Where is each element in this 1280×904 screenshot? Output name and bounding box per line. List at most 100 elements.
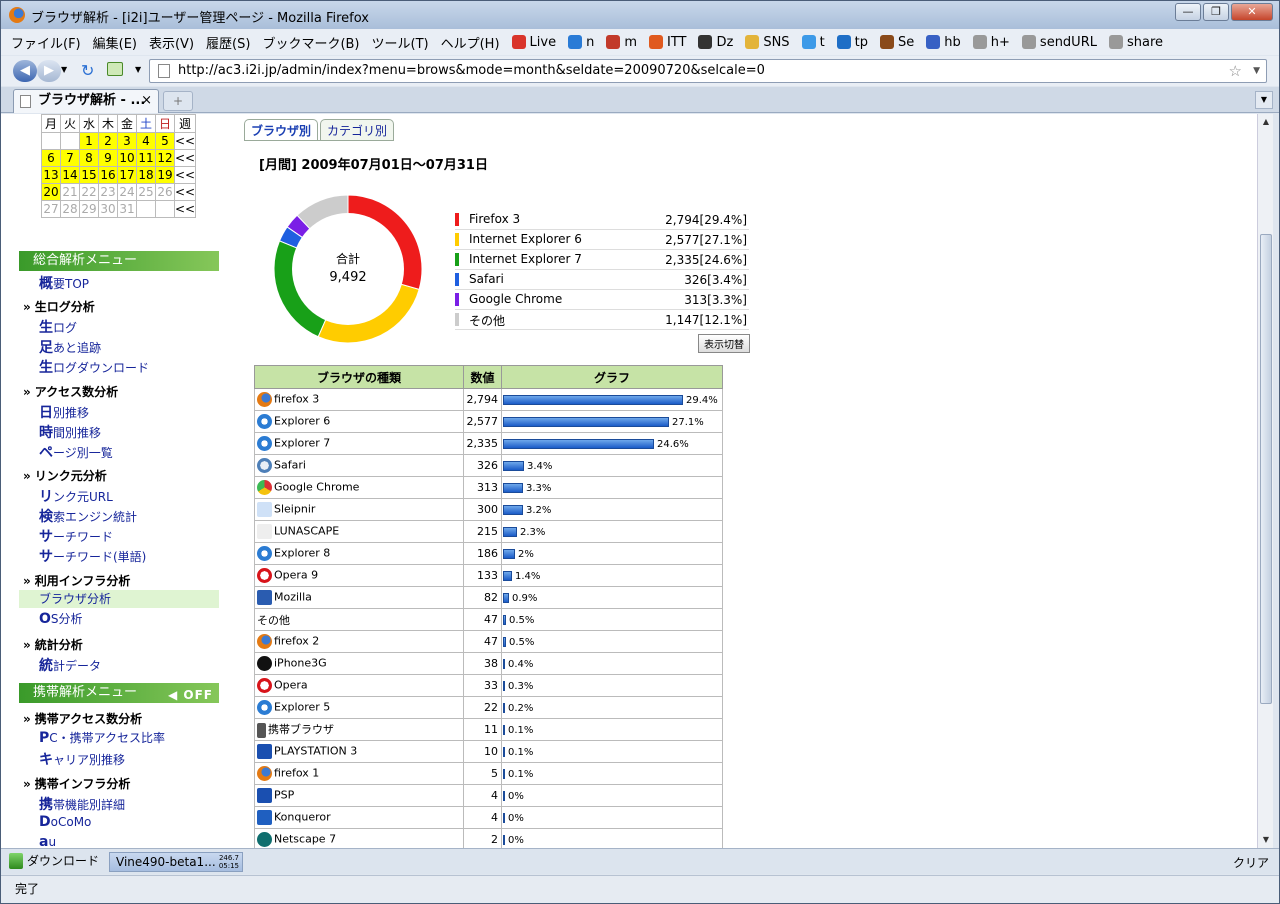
- menu-search-engine[interactable]: 検索エンジン統計: [39, 506, 137, 526]
- calendar-week-link[interactable]: <<: [173, 149, 197, 167]
- calendar-day[interactable]: 6: [41, 149, 61, 167]
- bookmark-star-icon[interactable]: ☆: [1229, 60, 1242, 82]
- clear-downloads-button[interactable]: クリア: [1233, 854, 1269, 871]
- calendar-day[interactable]: 28: [60, 200, 80, 218]
- scrollbar-thumb[interactable]: [1260, 234, 1272, 704]
- menu-raw-log-download[interactable]: 生ログダウンロード: [39, 357, 149, 377]
- url-bar[interactable]: http://ac3.i2i.jp/admin/index?menu=brows…: [149, 59, 1267, 83]
- bookmark-7[interactable]: tp: [836, 35, 868, 50]
- reload-icon[interactable]: ↻: [81, 61, 94, 80]
- calendar-day[interactable]: 5: [155, 132, 175, 150]
- url-dropdown-icon[interactable]: ▼: [1253, 60, 1260, 82]
- bookmark-0[interactable]: Live: [511, 35, 556, 50]
- new-tab-button[interactable]: +: [163, 91, 193, 111]
- calendar-day[interactable]: 23: [98, 183, 118, 201]
- tab-list-icon[interactable]: ▼: [1255, 91, 1273, 109]
- tab-by-category[interactable]: カテゴリ別: [320, 119, 395, 141]
- bookmark-9[interactable]: hb: [926, 35, 961, 50]
- calendar-day[interactable]: 3: [117, 132, 137, 150]
- bookmark-1[interactable]: n: [568, 35, 594, 50]
- minimize-button[interactable]: —: [1175, 3, 1201, 21]
- calendar-day[interactable]: 8: [79, 149, 99, 167]
- menu-hourly[interactable]: 時間別推移: [39, 422, 101, 442]
- tab-close-icon[interactable]: ×: [141, 90, 152, 112]
- display-switch-button[interactable]: 表示切替: [698, 334, 750, 353]
- calendar-day[interactable]: 30: [98, 200, 118, 218]
- close-button[interactable]: ✕: [1231, 3, 1273, 21]
- calendar-day[interactable]: 20: [41, 183, 61, 201]
- menu-item-1[interactable]: 編集(E): [93, 33, 137, 52]
- calendar-day[interactable]: 4: [136, 132, 156, 150]
- bookmark-2[interactable]: m: [606, 35, 637, 50]
- bookmark-8[interactable]: Se: [880, 35, 914, 50]
- bookmark-12[interactable]: share: [1108, 35, 1163, 50]
- forward-button[interactable]: ▶: [37, 60, 61, 82]
- menu-item-6[interactable]: ヘルプ(H): [441, 33, 500, 52]
- maximize-button[interactable]: ❐: [1203, 3, 1229, 21]
- calendar-day[interactable]: 1: [79, 132, 99, 150]
- bookmark-5[interactable]: SNS: [745, 35, 790, 50]
- menu-search-word-single[interactable]: サーチワード(単語): [39, 546, 146, 566]
- menu-item-3[interactable]: 履歴(S): [206, 33, 250, 52]
- calendar-day[interactable]: 7: [60, 149, 80, 167]
- calendar-day[interactable]: 27: [41, 200, 61, 218]
- downloads-button[interactable]: ダウンロード: [9, 852, 99, 869]
- menu-item-0[interactable]: ファイル(F): [11, 33, 81, 52]
- menu-item-5[interactable]: ツール(T): [372, 33, 429, 52]
- calendar-day[interactable]: 29: [79, 200, 99, 218]
- calendar-day[interactable]: 21: [60, 183, 80, 201]
- tab-browser-analysis[interactable]: ブラウザ解析 - ... ×: [13, 89, 159, 113]
- menu-search-word[interactable]: サーチワード: [39, 526, 113, 546]
- menu-summary-top[interactable]: 概要TOP: [39, 273, 89, 293]
- calendar-day[interactable]: 9: [98, 149, 118, 167]
- scroll-up-icon[interactable]: ▲: [1258, 114, 1274, 130]
- menu-os[interactable]: OS分析: [39, 610, 83, 627]
- calendar-day[interactable]: 22: [79, 183, 99, 201]
- menu-item-2[interactable]: 表示(V): [149, 33, 194, 52]
- calendar-day[interactable]: 13: [41, 166, 61, 184]
- calendar-day[interactable]: 25: [136, 183, 156, 201]
- menu-stat-data[interactable]: 統計データ: [39, 655, 101, 675]
- menu-ref-url[interactable]: リンク元URL: [39, 486, 113, 506]
- menu-dropdown-icon[interactable]: ▼: [135, 65, 141, 74]
- calendar-day[interactable]: 2: [98, 132, 118, 150]
- calendar-week-link[interactable]: <<: [173, 200, 197, 218]
- bookmark-3[interactable]: ITT: [648, 35, 686, 50]
- menu-pages[interactable]: ページ別一覧: [39, 442, 113, 462]
- calendar-day[interactable]: 11: [136, 149, 156, 167]
- menu-au[interactable]: au: [39, 834, 56, 848]
- menu-pc-mobile-ratio[interactable]: PC・携帯アクセス比率: [39, 729, 165, 746]
- calendar-day[interactable]: 12: [155, 149, 175, 167]
- scroll-down-icon[interactable]: ▼: [1258, 832, 1274, 848]
- calendar-day[interactable]: 16: [98, 166, 118, 184]
- calendar-day[interactable]: 31: [117, 200, 137, 218]
- menu-docomo[interactable]: DoCoMo: [39, 814, 91, 830]
- calendar-week-link[interactable]: <<: [173, 132, 197, 150]
- calendar-day[interactable]: 10: [117, 149, 137, 167]
- calendar-week-link[interactable]: <<: [173, 183, 197, 201]
- calendar-day[interactable]: 18: [136, 166, 156, 184]
- bookmark-10[interactable]: h+: [972, 35, 1010, 50]
- calendar-week-link[interactable]: <<: [173, 166, 197, 184]
- mobile-menu-off-toggle[interactable]: ◀ OFF: [168, 685, 213, 705]
- home-icon[interactable]: [107, 62, 123, 76]
- menu-footprint[interactable]: 足あと追跡: [39, 337, 101, 357]
- calendar-day[interactable]: 26: [155, 183, 175, 201]
- tab-by-browser[interactable]: ブラウザ別: [244, 119, 319, 141]
- menu-mobile-func[interactable]: 携帯機能別詳細: [39, 794, 125, 814]
- vertical-scrollbar[interactable]: ▲ ▼: [1257, 114, 1273, 848]
- back-button[interactable]: ◀: [13, 60, 37, 82]
- menu-raw-log[interactable]: 生ログ: [39, 317, 77, 337]
- history-dropdown-icon[interactable]: ▼: [61, 65, 67, 74]
- download-item[interactable]: Vine490-beta1... 246.7 05:15: [109, 852, 243, 872]
- menu-item-4[interactable]: ブックマーク(B): [262, 33, 359, 52]
- calendar-day[interactable]: 19: [155, 166, 175, 184]
- calendar-day[interactable]: 14: [60, 166, 80, 184]
- bookmark-11[interactable]: sendURL: [1021, 35, 1097, 50]
- calendar-day[interactable]: 17: [117, 166, 137, 184]
- bookmark-6[interactable]: t: [801, 35, 825, 50]
- calendar-day[interactable]: 15: [79, 166, 99, 184]
- menu-carrier[interactable]: キャリア別推移: [39, 749, 125, 769]
- menu-daily[interactable]: 日別推移: [39, 402, 89, 422]
- menu-browser-analysis[interactable]: ブラウザ分析: [19, 590, 219, 608]
